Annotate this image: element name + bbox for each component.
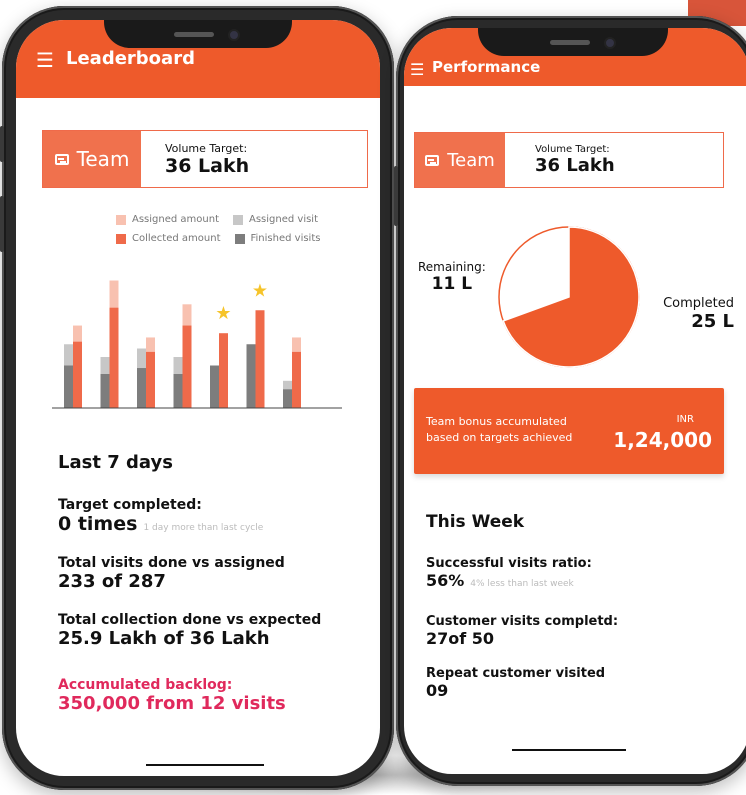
target-completed-label: Target completed: xyxy=(58,497,202,513)
team-badge[interactable]: Team xyxy=(415,133,505,187)
target-completed-number: 0 times xyxy=(58,513,138,535)
bonus-text-line2: based on targets achieved xyxy=(426,431,573,444)
side-button xyxy=(394,166,398,226)
legend-swatch-finished-visits xyxy=(234,233,245,244)
period-title: This Week xyxy=(426,512,525,532)
bonus-currency: INR xyxy=(676,414,694,425)
pie-label-completed: Completed 25 L xyxy=(663,296,734,332)
bar-chart: ★★ xyxy=(52,280,342,409)
completed-value: 25 L xyxy=(691,311,734,332)
pie-label-remaining: Remaining: 11 L xyxy=(418,260,486,294)
bar-finished-visits xyxy=(173,374,183,408)
legend-assigned-amount: Assigned amount xyxy=(132,214,219,225)
legend-collected-amount: Collected amount xyxy=(132,233,221,244)
speaker xyxy=(174,32,214,37)
backlog-label: Accumulated backlog: xyxy=(58,677,233,693)
success-ratio-label: Successful visits ratio: xyxy=(426,556,592,571)
screen-performance: ☰ Performance Team Volume Target: 36 Lak… xyxy=(404,28,746,774)
hamburger-menu-icon[interactable]: ☰ xyxy=(36,50,54,70)
speaker xyxy=(550,40,590,45)
visits-label: Total visits done vs assigned xyxy=(58,555,285,571)
bar-collected-amount xyxy=(109,307,119,408)
side-button xyxy=(0,126,4,162)
star-icon: ★ xyxy=(215,303,231,324)
backlog-value: 350,000 from 12 visits xyxy=(58,693,286,714)
bar-finished-visits xyxy=(246,344,256,408)
phone-leaderboard: ☰ Leaderboard Team Volume Target: 36 Lak… xyxy=(0,6,394,790)
visits-value: 233 of 287 xyxy=(58,571,166,592)
side-button xyxy=(0,196,4,252)
phone-performance: ☰ Performance Team Volume Target: 36 Lak… xyxy=(394,16,746,786)
team-badge[interactable]: Team xyxy=(43,131,141,187)
remaining-value: 11 L xyxy=(431,274,473,294)
team-label: Team xyxy=(76,147,130,171)
bar-finished-visits xyxy=(137,368,146,408)
bar-collected-amount xyxy=(292,351,301,408)
stats-panel: This Week Successful visits ratio: 56% 4%… xyxy=(426,512,726,700)
bar-collected-amount xyxy=(255,310,265,408)
completed-label: Completed xyxy=(663,296,734,311)
team-icon xyxy=(54,153,69,165)
bar-collected-amount xyxy=(146,351,155,408)
bonus-text: Team bonus accumulated based on targets … xyxy=(426,414,572,446)
volume-target-value: 36 Lakh xyxy=(535,155,615,176)
target-completed-value: 0 times 1 day more than last cycle xyxy=(58,513,368,535)
bar-finished-visits xyxy=(64,365,73,408)
hamburger-menu-icon[interactable]: ☰ xyxy=(410,60,424,80)
legend-swatch-assigned-amount xyxy=(116,214,126,225)
customer-visits-label: Customer visits completd: xyxy=(426,614,619,629)
notch xyxy=(104,20,292,48)
volume-target-card: Team Volume Target: 36 Lakh xyxy=(414,132,724,188)
stats-panel: Last 7 days Target completed: 0 times 1 d… xyxy=(58,452,368,714)
chart-legend: Assigned amount Assigned visit Collected… xyxy=(116,214,320,252)
legend-assigned-visit: Assigned visit xyxy=(249,214,319,225)
page-title: Performance xyxy=(432,58,541,76)
volume-target-value: 36 Lakh xyxy=(165,154,250,177)
remaining-label: Remaining: xyxy=(418,260,486,274)
volume-target-label: Volume Target: xyxy=(535,144,610,155)
repeat-label: Repeat customer visited xyxy=(426,666,606,681)
success-ratio-note: 4% less than last week xyxy=(470,579,574,589)
bonus-card: Team bonus accumulated based on targets … xyxy=(414,388,724,474)
screen-leaderboard: ☰ Leaderboard Team Volume Target: 36 Lak… xyxy=(16,20,380,776)
bar-collected-amount xyxy=(73,341,82,408)
bonus-amount: 1,24,000 xyxy=(613,428,712,452)
home-indicator xyxy=(146,764,264,766)
legend-finished-visits: Finished visits xyxy=(250,233,321,244)
camera xyxy=(604,37,616,49)
camera xyxy=(228,29,240,41)
period-title: Last 7 days xyxy=(58,452,173,473)
page-title: Leaderboard xyxy=(66,48,195,69)
success-ratio-number: 56% xyxy=(426,571,465,590)
home-indicator xyxy=(512,749,626,751)
bar-collected-amount xyxy=(219,333,228,408)
bar-collected-amount xyxy=(182,325,192,408)
star-icon: ★ xyxy=(252,280,268,301)
pie-chart xyxy=(498,226,640,368)
team-icon xyxy=(425,154,440,166)
bar-finished-visits xyxy=(283,389,292,408)
customer-visits-value: 27of 50 xyxy=(426,629,495,648)
collection-value: 25.9 Lakh of 36 Lakh xyxy=(58,628,270,649)
team-label: Team xyxy=(447,149,495,171)
bonus-text-line1: Team bonus accumulated xyxy=(426,415,567,428)
collection-label: Total collection done vs expected xyxy=(58,612,322,628)
volume-target-label: Volume Target: xyxy=(165,141,248,155)
success-ratio-value: 56% 4% less than last week xyxy=(426,571,726,590)
legend-swatch-collected-amount xyxy=(116,233,126,244)
volume-target-card: Team Volume Target: 36 Lakh xyxy=(42,130,368,188)
bar-finished-visits xyxy=(210,365,219,408)
repeat-value: 09 xyxy=(426,681,449,700)
bar-finished-visits xyxy=(100,374,110,408)
legend-swatch-assigned-visit xyxy=(233,214,243,225)
notch xyxy=(478,28,668,56)
target-completed-note: 1 day more than last cycle xyxy=(143,523,264,533)
